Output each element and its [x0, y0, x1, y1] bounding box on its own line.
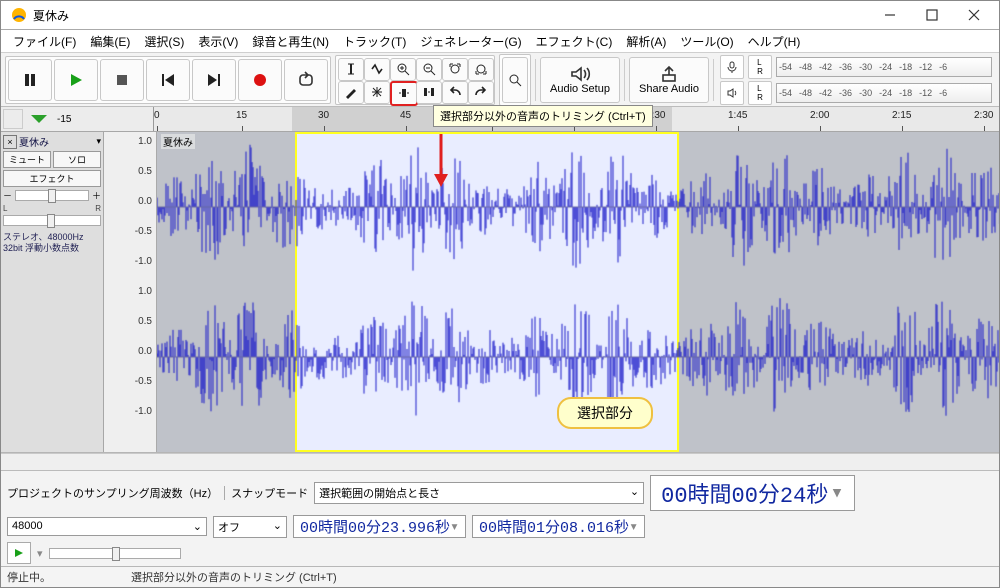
track-control-panel: × 夏休み ▾ ミュート ソロ エフェクト － ＋ LR ステレオ、48000H… [1, 132, 104, 452]
envelope-tool[interactable] [364, 58, 390, 81]
menu-generate[interactable]: ジェネレーター(G) [414, 31, 527, 52]
mute-button[interactable]: ミュート [3, 151, 51, 168]
skip-start-button[interactable] [146, 59, 190, 101]
zoom-toggle-button[interactable] [499, 54, 531, 106]
audio-setup-label: Audio Setup [550, 83, 610, 95]
selection-tool[interactable] [338, 58, 364, 81]
status-state: 停止中。 [7, 569, 51, 585]
zoom-in-button[interactable] [390, 58, 416, 81]
rec-meter-mic-icon[interactable] [720, 55, 744, 79]
rec-level-icon[interactable]: LR [748, 55, 772, 79]
maximize-button[interactable] [911, 1, 953, 29]
horizontal-scrollbar[interactable] [1, 453, 999, 470]
menu-transport[interactable]: 録音と再生(N) [246, 31, 335, 52]
transport-toolbar [5, 56, 331, 104]
menu-file[interactable]: ファイル(F) [7, 31, 82, 52]
annotation-arrow [429, 132, 459, 192]
playback-meter[interactable]: -54-48-42-36-30-24-18-12-6 [776, 83, 992, 103]
undo-button[interactable] [442, 81, 468, 104]
status-hint: 選択部分以外の音声のトリミング (Ctrl+T) [131, 569, 337, 585]
zoom-fit-sel-button[interactable] [442, 58, 468, 81]
selection-start-display[interactable]: 00時間00分23.996秒▾ [293, 515, 466, 538]
menu-select[interactable]: 選択(S) [138, 31, 190, 52]
sample-rate-label: プロジェクトのサンプリング周波数（Hz） [7, 485, 218, 501]
track-name[interactable]: 夏休み [19, 134, 49, 149]
play-button[interactable] [54, 59, 98, 101]
playback-speed-slider[interactable] [49, 548, 181, 559]
menu-edit[interactable]: 編集(E) [84, 31, 136, 52]
play-level-icon[interactable]: LR [748, 81, 772, 105]
record-button[interactable] [238, 59, 282, 101]
zoom-fit-all-button[interactable] [468, 58, 494, 81]
redo-button[interactable] [468, 81, 494, 104]
track-format: ステレオ、48000Hz [3, 232, 101, 243]
share-audio-label: Share Audio [639, 83, 699, 95]
loop-button[interactable] [284, 59, 328, 101]
tools-toolbar [335, 55, 495, 105]
solo-button[interactable]: ソロ [53, 151, 101, 168]
track-depth: 32bit 浮動小数点数 [3, 243, 101, 254]
time-neg: -15 [57, 114, 71, 125]
gain-slider[interactable] [15, 190, 89, 201]
play-at-speed-button[interactable] [7, 542, 31, 564]
app-logo [11, 7, 27, 23]
trim-outside-button[interactable] [390, 81, 418, 106]
play-meter-speaker-icon[interactable] [720, 81, 744, 105]
selection-mode-select[interactable]: 選択範囲の開始点と長さ⌄ [314, 482, 644, 504]
draw-tool[interactable] [338, 81, 364, 104]
share-audio-button[interactable]: Share Audio [629, 57, 709, 103]
annotation-callout: 選択部分 [557, 397, 653, 429]
waveform-area[interactable]: 夏休み 選択部分 [157, 132, 999, 452]
multi-tool[interactable] [364, 81, 390, 104]
close-button[interactable] [953, 1, 995, 29]
effects-button[interactable]: エフェクト [3, 170, 101, 187]
window-title: 夏休み [33, 7, 869, 24]
zoom-out-button[interactable] [416, 58, 442, 81]
menu-analyze[interactable]: 解析(A) [620, 31, 672, 52]
skip-end-button[interactable] [192, 59, 236, 101]
menu-track[interactable]: トラック(T) [337, 31, 412, 52]
amplitude-scale: 1.0 0.5 0.0 -0.5 -1.0 1.0 0.5 0.0 -0.5 -… [104, 132, 157, 452]
pin-button[interactable] [3, 109, 23, 129]
playhead-icon[interactable] [31, 115, 47, 123]
current-time-display[interactable]: 00時間00分24秒▾ [650, 475, 854, 511]
pan-slider[interactable] [3, 215, 101, 226]
menu-tools[interactable]: ツール(O) [674, 31, 739, 52]
menu-view[interactable]: 表示(V) [192, 31, 244, 52]
menu-help[interactable]: ヘルプ(H) [742, 31, 807, 52]
silence-button[interactable] [416, 81, 442, 104]
menu-bar: ファイル(F) 編集(E) 選択(S) 表示(V) 録音と再生(N) トラック(… [1, 30, 999, 53]
tooltip: 選択部分以外の音声のトリミング (Ctrl+T) [433, 105, 653, 127]
snap-select[interactable]: オフ⌄ [213, 516, 287, 538]
pause-button[interactable] [8, 59, 52, 101]
record-meter[interactable]: -54-48-42-36-30-24-18-12-6 [776, 57, 992, 77]
menu-effect[interactable]: エフェクト(C) [530, 31, 619, 52]
audio-setup-button[interactable]: Audio Setup [540, 57, 620, 103]
track-close-button[interactable]: × [3, 135, 17, 149]
sample-rate-select[interactable]: 48000⌄ [7, 517, 207, 536]
snap-label: スナップモード [231, 485, 308, 501]
stop-button[interactable] [100, 59, 144, 101]
minimize-button[interactable] [869, 1, 911, 29]
selection-length-display[interactable]: 00時間01分08.016秒▾ [472, 515, 645, 538]
